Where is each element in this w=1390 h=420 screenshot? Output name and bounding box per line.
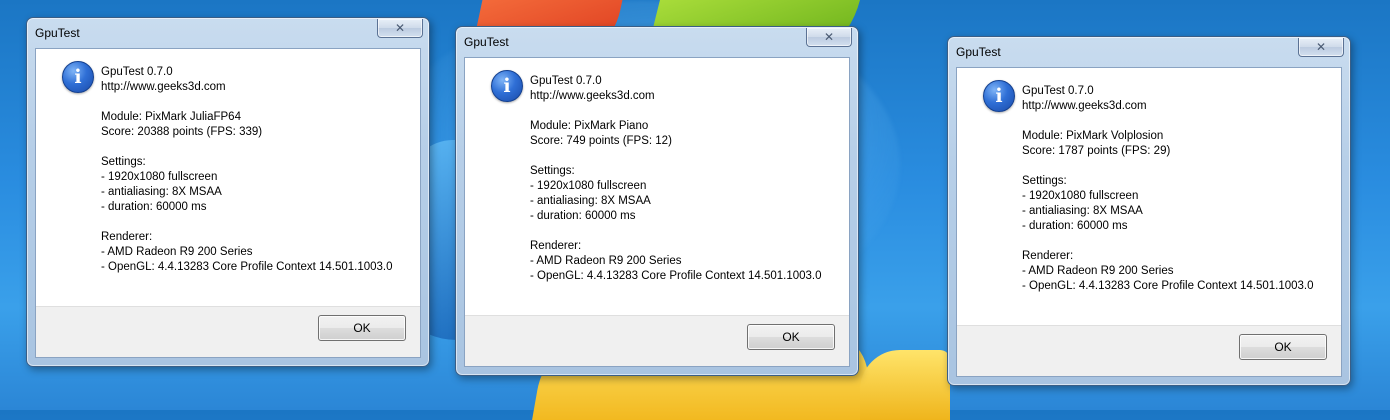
message-area: i GpuTest 0.7.0 http://www.geeks3d.com M… [957, 68, 1341, 326]
message-text: GpuTest 0.7.0 http://www.geeks3d.com Mod… [1022, 85, 1314, 292]
close-icon: ✕ [394, 21, 406, 35]
window-title: GpuTest [464, 35, 509, 49]
title-bar[interactable]: GpuTest ✕ [27, 18, 429, 48]
window-title: GpuTest [956, 45, 1001, 59]
ok-button[interactable]: OK [318, 315, 406, 341]
message-text: GpuTest 0.7.0 http://www.geeks3d.com Mod… [530, 75, 822, 282]
message-area: i GpuTest 0.7.0 http://www.geeks3d.com M… [465, 58, 849, 316]
window-title: GpuTest [35, 26, 80, 40]
close-button[interactable]: ✕ [806, 28, 852, 47]
close-icon: ✕ [1315, 40, 1327, 54]
dialog-window: GpuTest ✕ i GpuTest 0.7.0 http://www.gee… [947, 36, 1351, 386]
close-icon: ✕ [823, 30, 835, 44]
close-button[interactable]: ✕ [377, 19, 423, 38]
dialog-client: i GpuTest 0.7.0 http://www.geeks3d.com M… [464, 57, 850, 367]
button-area: OK [465, 315, 849, 366]
close-button[interactable]: ✕ [1298, 38, 1344, 57]
ok-button[interactable]: OK [1239, 334, 1327, 360]
title-bar[interactable]: GpuTest ✕ [948, 37, 1350, 67]
title-bar[interactable]: GpuTest ✕ [456, 27, 858, 57]
button-area: OK [957, 325, 1341, 376]
information-icon: i [491, 70, 523, 102]
message-text: GpuTest 0.7.0 http://www.geeks3d.com Mod… [101, 66, 393, 273]
information-icon: i [983, 80, 1015, 112]
dialog-client: i GpuTest 0.7.0 http://www.geeks3d.com M… [35, 48, 421, 358]
dialog-window: GpuTest ✕ i GpuTest 0.7.0 http://www.gee… [455, 26, 859, 376]
ok-button[interactable]: OK [747, 324, 835, 350]
dialog-window: GpuTest ✕ i GpuTest 0.7.0 http://www.gee… [26, 17, 430, 367]
message-area: i GpuTest 0.7.0 http://www.geeks3d.com M… [36, 49, 420, 307]
button-area: OK [36, 306, 420, 357]
dialog-client: i GpuTest 0.7.0 http://www.geeks3d.com M… [956, 67, 1342, 377]
information-icon: i [62, 61, 94, 93]
